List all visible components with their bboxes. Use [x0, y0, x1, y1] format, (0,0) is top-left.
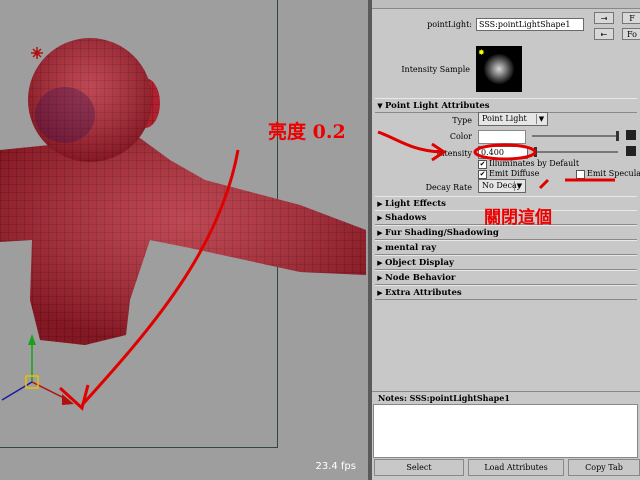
expand-arrow-icon: ▶ — [377, 243, 383, 252]
type-dropdown[interactable]: Point Light ▼ — [478, 112, 548, 126]
illuminates-label: Illuminates by Default — [489, 159, 580, 168]
editor-tab-bar — [372, 0, 640, 9]
emit-specular-label: Emit Specular — [587, 169, 640, 178]
section-mental-ray[interactable]: ▶ mental ray — [375, 240, 637, 255]
intensity-slider-handle[interactable] — [534, 147, 537, 157]
intensity-field[interactable]: 0.400 — [478, 146, 528, 159]
illuminates-checkbox[interactable]: ✔ — [478, 160, 487, 169]
section-extra-attributes[interactable]: ▶ Extra Attributes — [375, 285, 637, 300]
intensity-map-button[interactable] — [626, 146, 636, 156]
type-label: Type — [452, 116, 472, 125]
3d-viewport[interactable]: 23.4 fps — [0, 0, 368, 480]
decay-rate-dropdown[interactable]: No Decay ▼ — [478, 179, 526, 193]
expand-arrow-icon: ▶ — [377, 199, 383, 208]
notes-field[interactable] — [373, 404, 638, 458]
color-slider-handle[interactable] — [616, 131, 619, 141]
section-object-display[interactable]: ▶ Object Display — [375, 255, 637, 270]
f-button[interactable]: F — [622, 12, 640, 24]
annotation-close-this: 關閉這個 — [484, 208, 552, 228]
color-slider[interactable] — [532, 135, 616, 137]
intensity-sample-label: Intensity Sample — [401, 65, 470, 74]
section-point-light-attributes[interactable]: ▼ Point Light Attributes — [375, 98, 637, 113]
emit-specular-checkbox[interactable] — [576, 170, 585, 179]
presets-button[interactable]: ⇤ — [594, 28, 614, 40]
expand-arrow-icon: ▶ — [377, 288, 383, 297]
focus-button[interactable]: ⇥ — [594, 12, 614, 24]
emit-diffuse-checkbox[interactable]: ✔ — [478, 170, 487, 179]
expand-arrow-icon: ▶ — [377, 273, 383, 282]
copy-tab-button[interactable]: Copy Tab — [568, 459, 640, 476]
color-map-button[interactable] — [626, 130, 636, 140]
load-attributes-button[interactable]: Load Attributes — [468, 459, 564, 476]
chevron-down-icon: ▼ — [536, 114, 546, 124]
node-name-field[interactable]: SSS:pointLightShape1 — [476, 18, 584, 31]
intensity-slider[interactable] — [534, 151, 618, 153]
color-label: Color — [449, 132, 472, 141]
section-node-behavior[interactable]: ▶ Node Behavior — [375, 270, 637, 285]
attribute-editor: pointLight: SSS:pointLightShape1 ⇥ ⇤ F F… — [372, 0, 640, 480]
expand-arrow-icon: ▶ — [377, 228, 383, 237]
intensity-sample-swatch: ✸ — [476, 46, 522, 92]
select-button[interactable]: Select — [374, 459, 464, 476]
intensity-label: Intensity — [436, 149, 472, 158]
expand-arrow-icon: ▼ — [377, 101, 383, 110]
decay-rate-label: Decay Rate — [425, 183, 472, 192]
annotation-brightness: 亮度 0.2 — [268, 121, 346, 143]
expand-arrow-icon: ▶ — [377, 213, 383, 222]
color-swatch[interactable] — [478, 130, 526, 144]
emit-diffuse-label: Emit Diffuse — [489, 169, 540, 178]
pointlight-label: pointLight: — [427, 20, 472, 29]
character-model[interactable] — [0, 0, 368, 480]
expand-arrow-icon: ▶ — [377, 258, 383, 267]
notes-label: Notes: SSS:pointLightShape1 — [372, 391, 640, 403]
fo-button[interactable]: Fo — [622, 28, 640, 40]
light-sample-icon: ✸ — [478, 48, 485, 57]
chevron-down-icon: ▼ — [514, 181, 524, 191]
fps-counter: 23.4 fps — [315, 461, 356, 472]
